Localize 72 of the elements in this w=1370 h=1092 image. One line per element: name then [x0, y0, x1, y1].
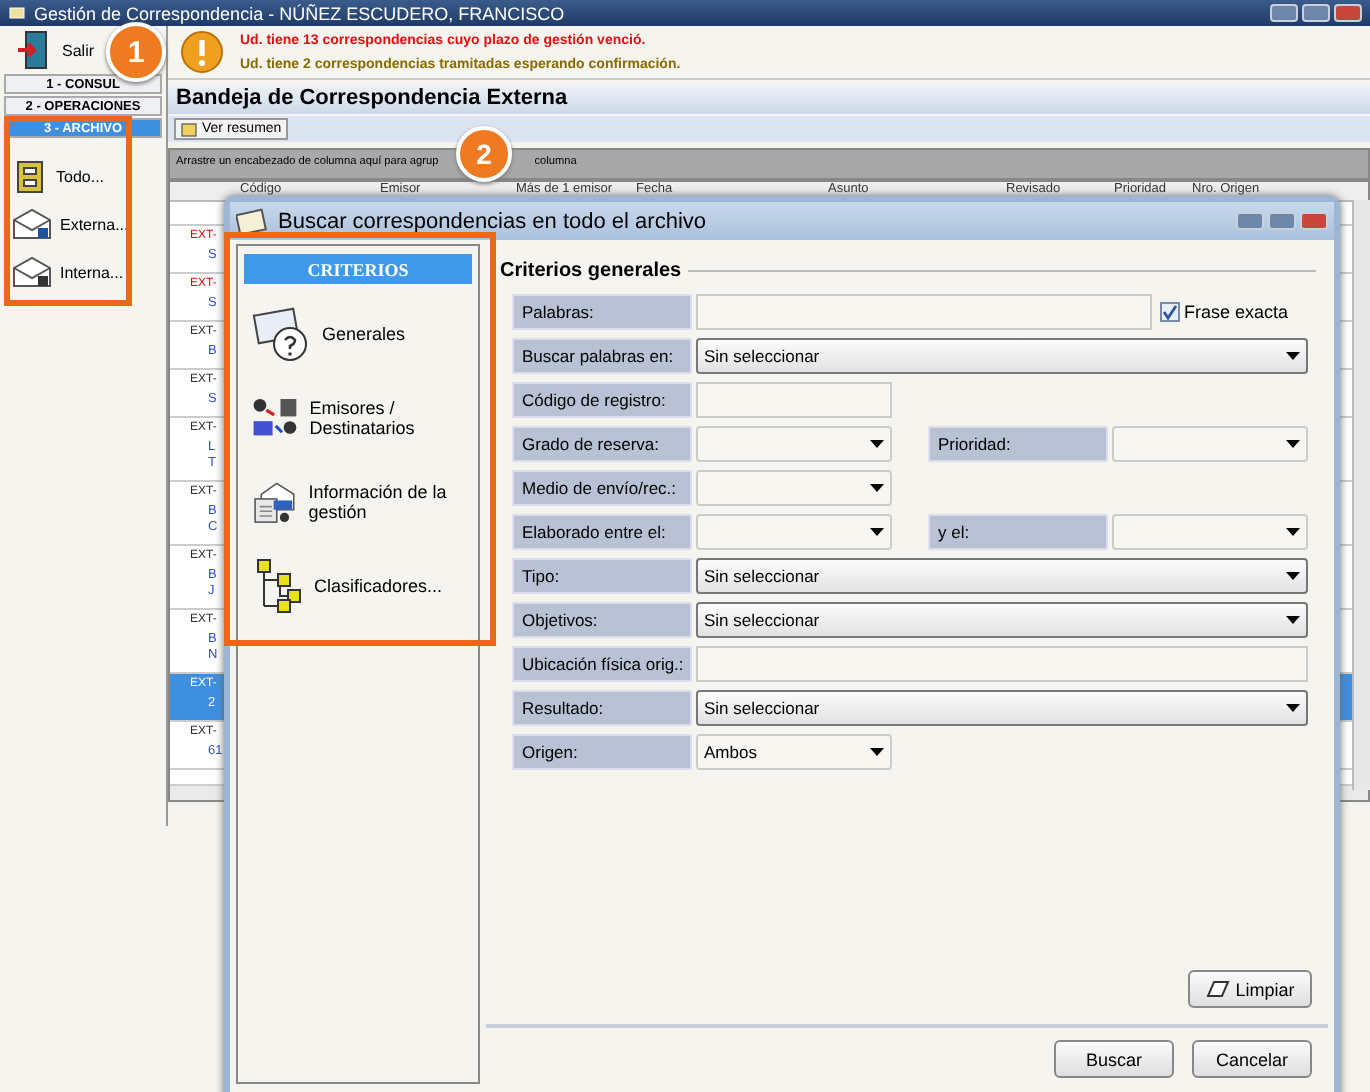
field-label: Palabras:: [512, 294, 692, 330]
section-title: Criterios generales: [500, 260, 682, 282]
dropdown-field[interactable]: Ambos: [696, 734, 892, 770]
dropdown-field[interactable]: [1112, 426, 1308, 462]
criteria-header: CRITERIOS: [244, 254, 472, 284]
close-button[interactable]: [1300, 212, 1328, 230]
exit-button[interactable]: Salir: [0, 26, 95, 74]
envelope-question-icon: [252, 306, 312, 362]
text-field[interactable]: [696, 646, 1308, 682]
select-field[interactable]: Sin seleccionar: [696, 602, 1308, 638]
field-label: Elaborado entre el:: [512, 514, 692, 550]
file-cabinet-icon: [12, 158, 48, 194]
dropdown-arrow-icon: [1286, 528, 1300, 536]
close-button[interactable]: [1334, 4, 1362, 22]
warning-icon: [180, 30, 224, 74]
text-field[interactable]: [696, 382, 892, 418]
app-icon: [8, 4, 26, 22]
dropdown-arrow-icon: [1286, 352, 1300, 360]
checkmark-icon: [1162, 304, 1178, 320]
vertical-scrollbar[interactable]: [1352, 200, 1370, 790]
criteria-item[interactable]: Clasificadores...: [244, 544, 472, 628]
sidebar-item[interactable]: Externa...: [0, 200, 141, 248]
field-label: Resultado:: [512, 690, 692, 726]
field-label: Origen:: [512, 734, 692, 770]
cancel-button[interactable]: Cancelar: [1192, 1040, 1312, 1078]
field-label: Prioridad:: [928, 426, 1108, 462]
inbox-heading: Bandeja de Correspondencia Externa: [168, 84, 1370, 114]
select-field[interactable]: Sin seleccionar: [696, 690, 1308, 726]
text-field[interactable]: [696, 294, 1152, 330]
sidebar-item[interactable]: Todo...: [0, 152, 117, 200]
select-field[interactable]: Sin seleccionar: [696, 338, 1308, 374]
eraser-icon: [1205, 980, 1230, 998]
search-button[interactable]: Buscar: [1054, 1040, 1174, 1078]
criteria-item[interactable]: Generales: [244, 292, 472, 376]
summary-icon: [180, 121, 198, 137]
dropdown-arrow-icon: [1286, 616, 1300, 624]
dropdown-field[interactable]: [1112, 514, 1308, 550]
window-title: Gestión de Correspondencia - NÚÑEZ ESCUDERO, FRANCISCO: [34, 3, 565, 23]
dropdown-arrow-icon: [1286, 440, 1300, 448]
select-field[interactable]: Sin seleccionar: [696, 558, 1308, 594]
maximize-button[interactable]: [1268, 212, 1296, 230]
field-label: Ubicación física orig.:: [512, 646, 692, 682]
field-label: Objetivos:: [512, 602, 692, 638]
dropdown-arrow-icon: [870, 484, 884, 492]
field-label: Tipo:: [512, 558, 692, 594]
hierarchy-tree-icon: [252, 556, 304, 616]
clear-button[interactable]: Limpiar: [1188, 970, 1312, 1008]
dropdown-arrow-icon: [870, 528, 884, 536]
field-label: Grado de reserva:: [512, 426, 692, 462]
maximize-button[interactable]: [1302, 4, 1330, 22]
exact-phrase-checkbox[interactable]: Frase exacta: [1160, 302, 1289, 322]
field-label: Medio de envío/rec.:: [512, 470, 692, 506]
dropdown-arrow-icon: [870, 748, 884, 756]
minimize-button[interactable]: [1270, 4, 1298, 22]
field-label: Código de registro:: [512, 382, 692, 418]
field-label: y el:: [928, 514, 1108, 550]
dropdown-field[interactable]: [696, 470, 892, 506]
exit-door-icon: [16, 30, 52, 70]
dropdown-arrow-icon: [1286, 572, 1300, 580]
criteria-item[interactable]: Información de la gestión: [244, 460, 472, 544]
dropdown-field[interactable]: [696, 426, 892, 462]
envelope-icon: [12, 208, 52, 240]
envelope-search-icon: [236, 207, 268, 235]
sidebar-item[interactable]: Interna...: [0, 248, 136, 296]
minimize-button[interactable]: [1236, 212, 1264, 230]
dialog-title: Buscar correspondencias en todo el archivo: [278, 209, 707, 233]
dropdown-field[interactable]: [696, 514, 892, 550]
dropdown-arrow-icon: [870, 440, 884, 448]
envelope-icon: [12, 256, 52, 288]
dropdown-arrow-icon: [1286, 704, 1300, 712]
field-label: Buscar palabras en:: [512, 338, 692, 374]
criteria-item[interactable]: Emisores / Destinatarios: [244, 376, 472, 460]
